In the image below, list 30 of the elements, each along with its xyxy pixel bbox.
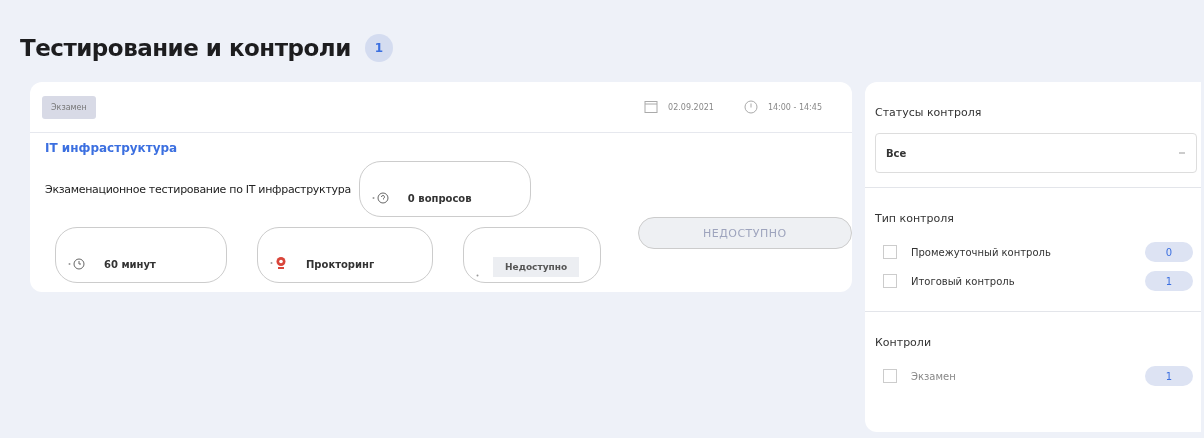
question-icon	[371, 192, 390, 204]
count-badge: 0	[1145, 242, 1193, 262]
checkbox[interactable]	[883, 245, 897, 259]
count-badge: 1	[1145, 366, 1193, 386]
option-label: Экзамен	[911, 370, 957, 382]
bullet-icon	[476, 274, 479, 277]
section-title: Контроли	[875, 336, 933, 349]
page-title: Тестирование и контроли	[20, 35, 351, 61]
section-title: Тип контроля	[875, 212, 955, 225]
calendar-icon	[644, 100, 659, 114]
clock-icon	[743, 100, 758, 114]
checkbox[interactable]	[883, 369, 897, 383]
status-select[interactable]: Все	[875, 133, 1197, 173]
option-label: Промежуточный контроль	[911, 246, 1052, 258]
chip-text: Прокторинг	[306, 259, 375, 270]
exam-tag: Экзамен	[42, 95, 96, 119]
exam-description: Экзаменационное тестирование по IT инфраструктура	[45, 182, 351, 196]
exam-date: 02.09.2021	[668, 102, 714, 112]
subject-link[interactable]: IT инфраструктура	[45, 141, 610, 155]
option-label: Итоговый контроль	[911, 275, 1016, 287]
section-title: Статусы контроля	[875, 106, 983, 119]
chip-text: 60 минут	[104, 259, 156, 270]
exam-time: 14:00 - 14:45	[767, 102, 822, 112]
chip-text: 0 вопросов	[407, 193, 472, 204]
count-badge: 1	[364, 34, 393, 62]
count-badge: 1	[1145, 271, 1193, 291]
webcam-icon	[270, 256, 288, 270]
clock-icon	[68, 258, 86, 270]
checkbox[interactable]	[883, 274, 897, 288]
status-badge: Недоступно	[493, 257, 580, 277]
